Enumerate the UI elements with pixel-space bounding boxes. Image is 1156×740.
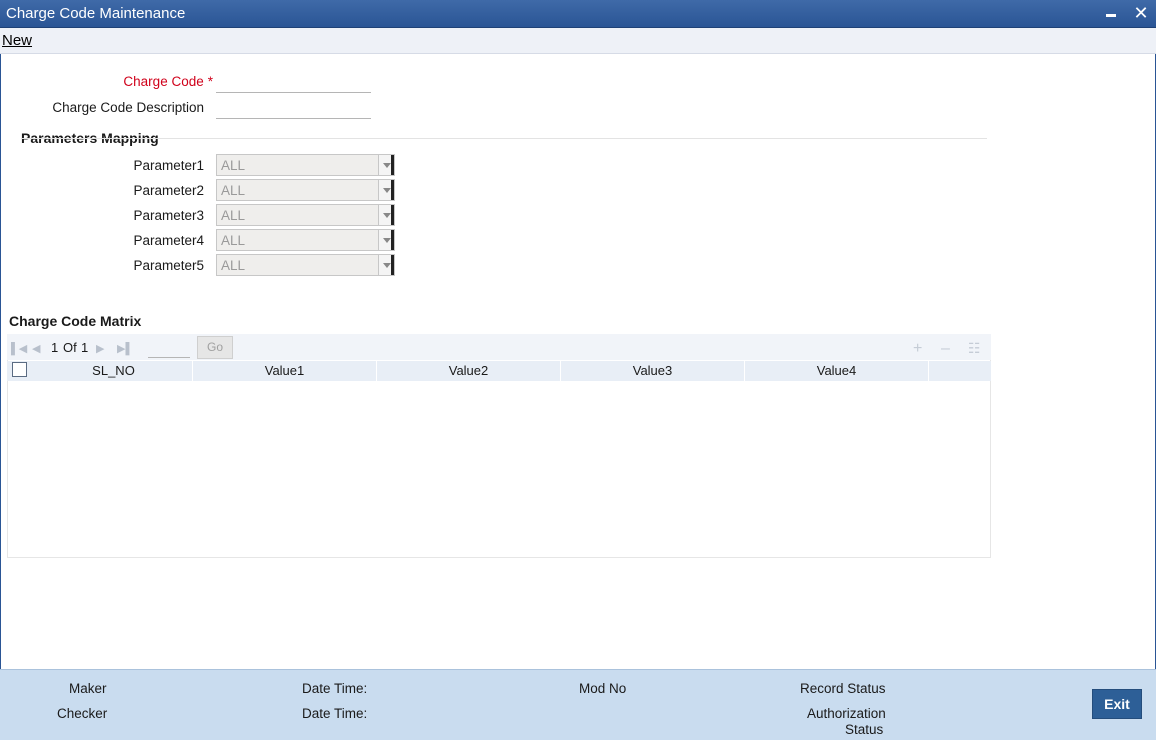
column-header-value2[interactable]: Value2 [377, 361, 561, 381]
required-marker: * [207, 74, 213, 89]
select-all-checkbox[interactable] [12, 362, 27, 377]
parameter5-select[interactable]: ALL [216, 254, 395, 276]
charge-code-matrix-title: Charge Code Matrix [9, 313, 142, 329]
column-header-sl-no[interactable]: SL_NO [35, 361, 193, 381]
delete-row-icon[interactable]: – [941, 340, 950, 358]
minimize-icon[interactable] [1102, 4, 1120, 22]
maker-label: Maker [69, 681, 107, 696]
parameter1-select[interactable]: ALL [216, 154, 395, 176]
parameter5-label: Parameter5 [133, 258, 204, 273]
window-title-bar: Charge Code Maintenance ✕ [0, 0, 1156, 28]
list-view-icon[interactable]: ☷ [968, 340, 981, 357]
parameter2-label: Parameter2 [133, 183, 204, 198]
chevron-down-icon [378, 230, 394, 250]
checker-date-time-label: Date Time: [302, 706, 368, 721]
audit-footer [0, 669, 1156, 740]
toolbar: New [0, 28, 1156, 54]
section-divider [21, 138, 987, 139]
previous-page-icon[interactable]: ◀ [32, 342, 40, 355]
column-header-value1[interactable]: Value1 [193, 361, 377, 381]
parameter1-label: Parameter1 [133, 158, 204, 173]
add-row-icon[interactable]: + [913, 340, 922, 358]
chevron-down-icon [378, 180, 394, 200]
checker-label: Checker [57, 706, 108, 721]
parameter4-select[interactable]: ALL [216, 229, 395, 251]
exit-button[interactable]: Exit [1092, 689, 1142, 719]
charge-code-label: Charge Code * [123, 74, 213, 89]
next-page-icon[interactable]: ▶ [96, 342, 104, 355]
charge-code-input[interactable] [216, 73, 371, 93]
authorization-status-label-line2: Status [845, 722, 884, 737]
first-page-icon[interactable]: ▌◀ [11, 342, 27, 355]
new-link[interactable]: New [2, 32, 32, 49]
window-title: Charge Code Maintenance [6, 5, 186, 22]
close-icon[interactable]: ✕ [1132, 4, 1150, 22]
pager-current: 1 [51, 340, 59, 355]
last-page-icon[interactable]: ▶▌ [117, 342, 133, 355]
chevron-down-icon [378, 255, 394, 275]
parameter4-label: Parameter4 [133, 233, 204, 248]
pager-total: 1 [81, 340, 89, 355]
mod-no-label: Mod No [579, 681, 627, 696]
parameter3-select[interactable]: ALL [216, 204, 395, 226]
column-header-value4[interactable]: Value4 [745, 361, 929, 381]
go-button[interactable]: Go [197, 336, 233, 359]
authorization-status-label-line1: Authorization [807, 706, 886, 721]
chevron-down-icon [378, 205, 394, 225]
parameter2-select[interactable]: ALL [216, 179, 395, 201]
record-status-label: Record Status [800, 681, 886, 696]
charge-code-description-label: Charge Code Description [52, 100, 204, 115]
maker-date-time-label: Date Time: [302, 681, 368, 696]
parameter3-label: Parameter3 [133, 208, 204, 223]
column-header-value3[interactable]: Value3 [561, 361, 745, 381]
charge-code-description-input[interactable] [216, 99, 371, 119]
chevron-down-icon [378, 155, 394, 175]
page-number-input[interactable] [148, 339, 190, 358]
pager-of-label: Of [63, 340, 77, 355]
